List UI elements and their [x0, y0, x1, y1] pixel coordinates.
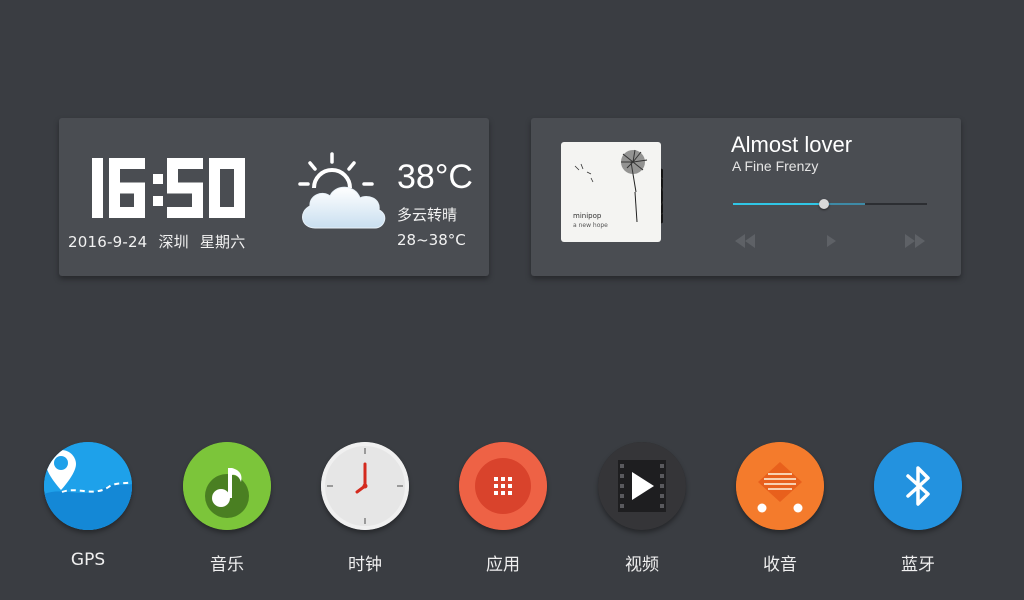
app-gps[interactable]: GPS — [28, 442, 148, 582]
app-label: GPS — [70, 550, 106, 570]
app-label: 时钟 — [348, 555, 382, 575]
temperature-range: 28~38°C — [397, 231, 466, 249]
play-icon[interactable] — [821, 232, 841, 250]
app-label: 应用 — [486, 555, 520, 575]
app-apps[interactable]: 应用 — [443, 442, 563, 582]
progress-bar[interactable] — [733, 199, 927, 209]
clock-time — [92, 158, 245, 218]
app-clock[interactable]: 时钟 — [305, 442, 425, 582]
gps-map-icon[interactable] — [44, 442, 132, 530]
app-label: 收音 — [763, 555, 797, 575]
clock-date-line: 2016-9-24 深圳 星期六 — [68, 231, 256, 252]
date-text: 2016-9-24 — [68, 233, 148, 251]
weekday-text: 星期六 — [199, 233, 246, 251]
progress-played — [733, 203, 825, 205]
album-text-line2: a new hope — [573, 222, 608, 229]
rewind-icon[interactable] — [733, 232, 757, 250]
song-artist: A Fine Frenzy — [732, 158, 819, 174]
app-label: 蓝牙 — [901, 555, 935, 575]
album-text-line1: minipop — [573, 212, 602, 220]
partly-cloudy-icon — [298, 152, 386, 229]
app-music[interactable]: 音乐 — [167, 442, 287, 582]
app-grid-icon[interactable] — [459, 442, 547, 530]
app-video[interactable]: 视频 — [582, 442, 702, 582]
app-bluetooth[interactable]: 蓝牙 — [858, 442, 978, 582]
current-temperature: 38°C — [397, 158, 473, 196]
music-note-icon[interactable] — [183, 442, 271, 530]
video-play-icon[interactable] — [598, 442, 686, 530]
weather-clock-widget[interactable]: 2016-9-24 深圳 星期六 38°C 多云转晴 28~38°C — [59, 118, 489, 276]
weather-condition: 多云转晴 — [397, 206, 458, 224]
fast-forward-icon[interactable] — [903, 232, 927, 250]
radio-icon[interactable] — [736, 442, 824, 530]
progress-thumb[interactable] — [819, 199, 830, 209]
city-text: 深圳 — [158, 233, 189, 251]
music-widget[interactable]: minipop a new hope Almost lover A Fine F… — [531, 118, 961, 276]
album-cover[interactable]: minipop a new hope — [561, 142, 663, 242]
bluetooth-icon[interactable] — [874, 442, 962, 530]
app-label: 视频 — [625, 555, 659, 575]
app-label: 音乐 — [210, 555, 244, 575]
song-title: Almost lover — [731, 132, 853, 157]
clock-icon[interactable] — [321, 442, 409, 530]
app-radio[interactable]: 收音 — [720, 442, 840, 582]
